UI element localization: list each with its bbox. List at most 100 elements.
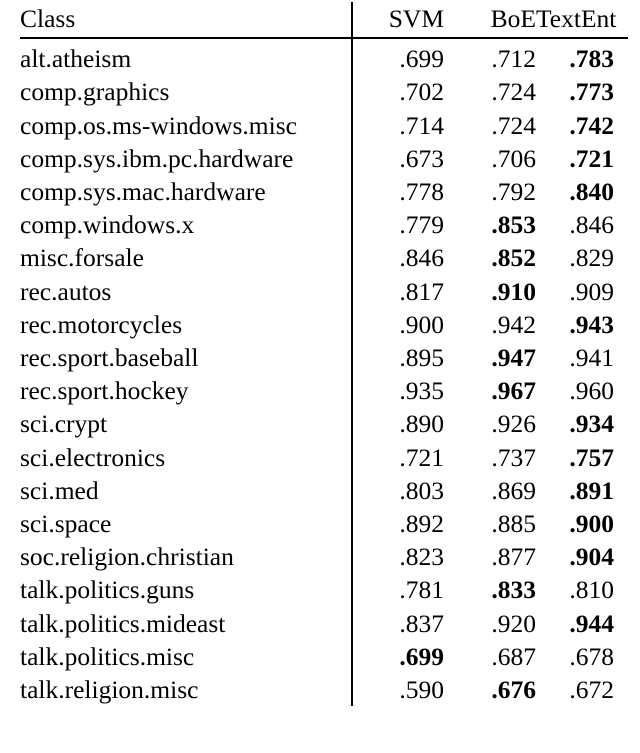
table-row: soc.religion.christian .823 .877 .904 [20,540,628,574]
cell-svm: .890 [351,407,444,441]
cell-class: sci.med [20,475,99,505]
table-row: comp.os.ms-windows.misc .714 .724 .742 [20,108,628,142]
column-header-textent: TextEnt [536,4,617,33]
cell-textent: .721 [569,143,614,173]
cell-textent: .941 [569,343,614,373]
cell-textent: .846 [569,210,614,240]
cell-svm: .699 [351,639,444,674]
cell-class: rec.motorcycles [20,309,183,339]
table-row: misc.forsale .846 .852 .829 [20,241,628,275]
cell-class: talk.religion.misc [20,675,199,705]
cell-boe: .910 [491,276,536,306]
cell-svm: .837 [351,606,444,640]
cell-svm: .895 [351,341,444,375]
table-row: sci.crypt .890 .926 .934 [20,407,628,441]
cell-textent: .944 [569,608,614,638]
table-row: talk.politics.misc .699 .687 .678 [20,639,628,674]
column-header-class: Class [20,4,76,33]
cell-boe: .920 [491,608,536,638]
clipped-caption [0,744,640,753]
cell-textent: .840 [569,177,614,207]
results-table-figure: Class SVM BoE TextEnt alt.atheism .699 .71… [0,2,640,753]
cell-textent: .757 [569,442,614,472]
table-row: comp.sys.mac.hardware .778 .792 .840 [20,175,628,209]
cell-textent: .934 [569,409,614,439]
cell-boe: .706 [491,143,536,173]
cell-boe: .967 [491,376,536,406]
cell-boe: .852 [491,243,536,273]
table-row: talk.politics.guns .781 .833 .810 [20,573,628,607]
cell-class: misc.forsale [20,243,144,273]
cell-svm: .673 [351,141,444,176]
cell-class: talk.politics.guns [20,575,195,605]
cell-svm: .803 [351,473,444,508]
cell-boe: .724 [491,110,536,140]
cell-class: comp.os.ms-windows.misc [20,110,297,140]
cell-textent: .783 [569,44,614,74]
cell-svm: .702 [351,75,444,109]
cell-class: sci.electronics [20,442,166,472]
table-row: rec.autos .817 .910 .909 [20,274,628,308]
table-row: sci.space .892 .885 .900 [20,507,628,541]
cell-class: alt.atheism [20,44,132,74]
cell-svm: .781 [351,573,444,607]
cell-svm: .900 [351,307,444,342]
cell-boe: .885 [491,509,536,539]
cell-class: sci.space [20,509,112,539]
cell-boe: .869 [491,475,536,505]
cell-svm: .714 [351,108,444,142]
cell-boe: .687 [491,641,536,671]
table-row: rec.motorcycles .900 .942 .943 [20,307,628,342]
cell-textent: .904 [569,542,614,572]
cell-boe: .942 [491,309,536,339]
cell-svm: .778 [351,175,444,209]
table-row: talk.religion.misc .590 .676 .672 [20,673,628,707]
cell-svm: .817 [351,274,444,308]
cell-textent: .960 [569,376,614,406]
cell-boe: .676 [491,675,536,705]
cell-class: comp.sys.ibm.pc.hardware [20,143,294,173]
cell-svm: .892 [351,507,444,541]
cell-class: rec.autos [20,276,112,306]
table-row: comp.graphics .702 .724 .773 [20,75,628,109]
cell-boe: .926 [491,409,536,439]
cell-svm: .699 [351,39,444,76]
cell-class: comp.sys.mac.hardware [20,177,266,207]
cell-textent: .672 [569,675,614,705]
cell-boe: .877 [491,542,536,572]
cell-class: talk.politics.misc [20,641,195,671]
cell-textent: .742 [569,110,614,140]
cell-svm: .590 [351,673,444,707]
cell-boe: .724 [491,77,536,107]
cell-class: soc.religion.christian [20,542,234,572]
cell-boe: .792 [491,177,536,207]
table-row: comp.sys.ibm.pc.hardware .673 .706 .721 [20,141,628,176]
cell-textent: .891 [569,475,614,505]
cell-class: rec.sport.baseball [20,343,199,373]
table-row: alt.atheism .699 .712 .783 [20,39,628,76]
cell-svm: .721 [351,440,444,474]
table-row: talk.politics.mideast .837 .920 .944 [20,606,628,640]
cell-class: comp.windows.x [20,210,195,240]
table-row: rec.sport.baseball .895 .947 .941 [20,341,628,375]
table-body: alt.atheism .699 .712 .783 comp.graphics .702… [20,39,628,707]
cell-class: talk.politics.mideast [20,608,226,638]
cell-class: sci.crypt [20,409,108,439]
cell-textent: .678 [569,641,614,671]
table-row: comp.windows.x .779 .853 .846 [20,208,628,242]
table-header: Class SVM BoE TextEnt [20,2,628,41]
cell-boe: .853 [491,210,536,240]
table-row: sci.electronics .721 .737 .757 [20,440,628,474]
cell-boe: .833 [491,575,536,605]
cell-textent: .943 [569,309,614,339]
cell-svm: .779 [351,208,444,242]
cell-textent: .829 [569,243,614,273]
per-class-results-table: Class SVM BoE TextEnt alt.atheism .699 .71… [20,2,628,707]
cell-textent: .773 [569,77,614,107]
column-header-svm: SVM [351,2,444,39]
column-header-boe: BoE [490,4,536,33]
cell-boe: .947 [491,343,536,373]
cell-svm: .935 [351,374,444,408]
cell-boe: .712 [491,44,536,74]
table-header-row: Class SVM BoE TextEnt [20,2,628,39]
